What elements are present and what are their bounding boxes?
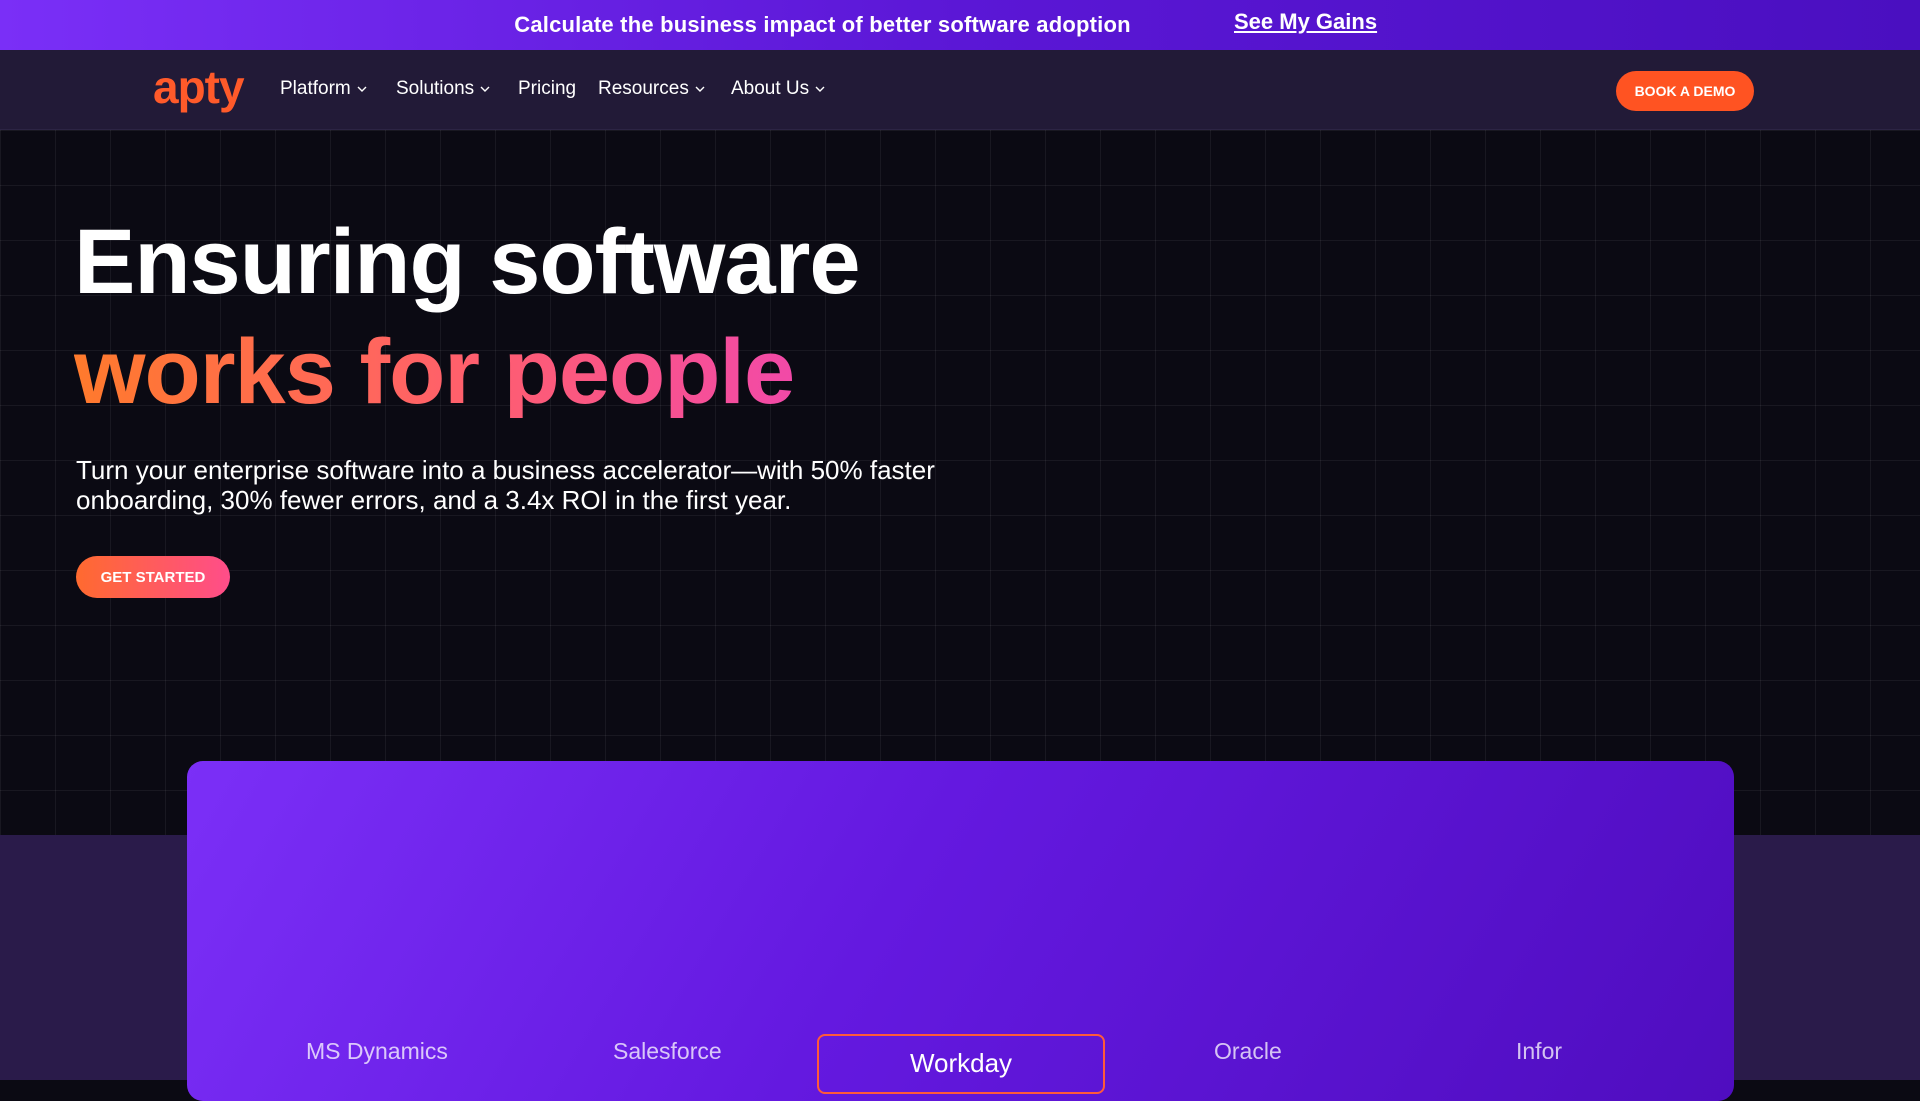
nav-item-solutions[interactable]: Solutions: [396, 78, 490, 100]
nav-item-label: About Us: [731, 78, 810, 99]
tab-salesforce[interactable]: Salesforce: [613, 1038, 722, 1065]
hero-headline-line1: Ensuring software: [74, 211, 861, 313]
hero-subheading: Turn your enterprise software into a bus…: [76, 455, 935, 515]
tab-ms-dynamics[interactable]: MS Dynamics: [306, 1038, 448, 1065]
get-started-button[interactable]: GET STARTED: [76, 556, 230, 598]
tab-infor[interactable]: Infor: [1516, 1038, 1562, 1065]
nav-item-label: Platform: [280, 78, 351, 99]
book-a-demo-button[interactable]: BOOK A DEMO: [1616, 71, 1754, 111]
nav-item-platform[interactable]: Platform: [280, 78, 367, 100]
nav-item-resources[interactable]: Resources: [598, 78, 705, 100]
tab-oracle[interactable]: Oracle: [1214, 1038, 1282, 1065]
apty-logo[interactable]: apty: [153, 60, 245, 114]
chevron-down-icon: [480, 86, 490, 92]
see-my-gains-link[interactable]: See My Gains: [1234, 9, 1377, 35]
hero-section: Ensuring software works for people Turn …: [0, 130, 1920, 835]
nav-item-about-us[interactable]: About Us: [731, 78, 825, 100]
top-navigation: apty Platform Solutions Pricing Resource…: [0, 50, 1920, 130]
announcement-bar: Calculate the business impact of better …: [0, 0, 1920, 50]
chevron-down-icon: [695, 86, 705, 92]
announcement-text: Calculate the business impact of better …: [514, 12, 1131, 37]
nav-item-pricing[interactable]: Pricing: [518, 78, 576, 100]
chevron-down-icon: [815, 86, 825, 92]
nav-item-label: Resources: [598, 78, 689, 99]
tab-workday[interactable]: Workday: [817, 1034, 1105, 1094]
hero-headline-line2: works for people: [74, 321, 795, 423]
nav-item-label: Pricing: [518, 78, 577, 99]
nav-item-label: Solutions: [396, 78, 475, 99]
chevron-down-icon: [357, 86, 367, 92]
